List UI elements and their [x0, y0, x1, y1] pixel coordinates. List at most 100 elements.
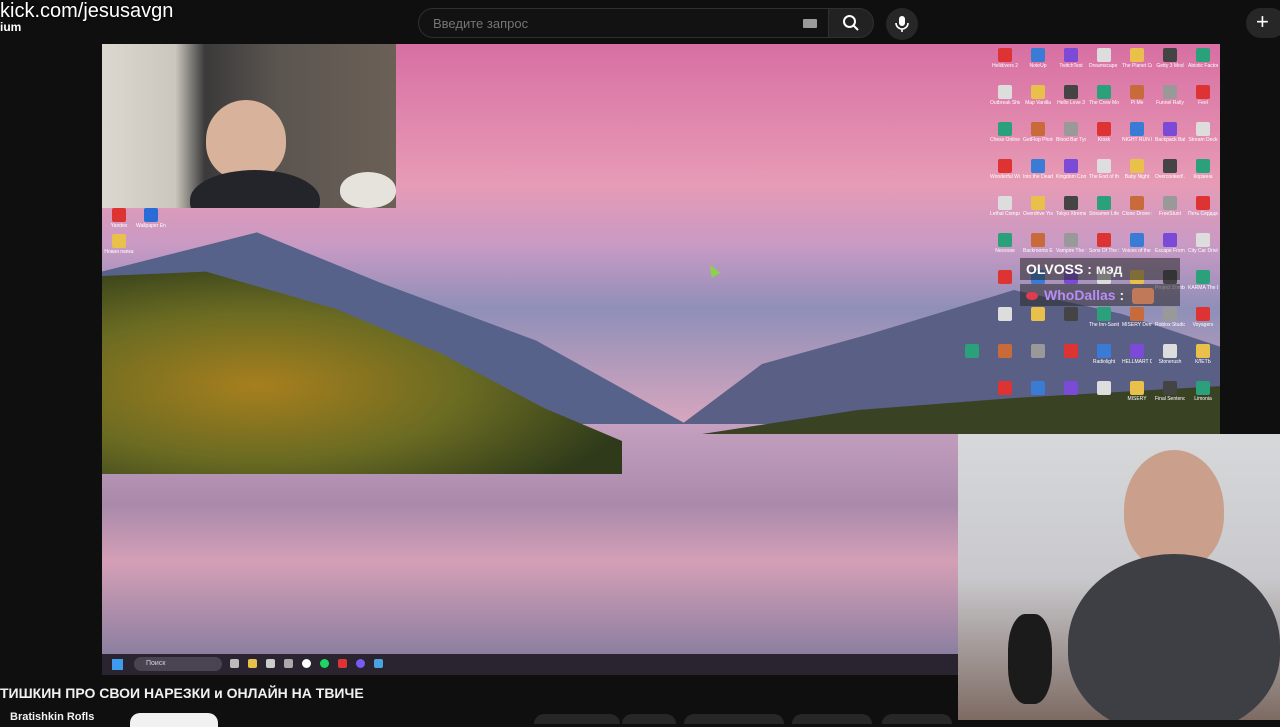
desktop-icon[interactable]: Hello Love 3 — [1056, 85, 1086, 106]
task-view-icon[interactable] — [230, 659, 239, 668]
chat-message: WhoDallas : — [1020, 284, 1180, 306]
desktop-icon[interactable]: Tokyo Xtreme Racer — [1056, 196, 1086, 217]
desktop-icon[interactable]: Feel — [1188, 85, 1218, 106]
desktop-icon[interactable]: Outbreak Shield — [990, 85, 1020, 106]
desktop-icon[interactable]: КЛЕТЬ — [1188, 344, 1218, 365]
desktop-icon[interactable]: Abiotic Factor — [1188, 48, 1218, 69]
voice-search-button[interactable] — [886, 8, 918, 40]
desktop-icon[interactable]: Lethal Company — [990, 196, 1020, 217]
desktop-icon[interactable]: MISERY — [1122, 381, 1152, 402]
desktop-icon[interactable]: Overdrive Your Road — [1023, 196, 1053, 217]
desktop-icon[interactable]: Into the Dead Our Darkest Days — [1023, 159, 1053, 180]
desktop-icon[interactable] — [990, 344, 1020, 359]
desktop-icon[interactable]: Baby Night — [1122, 159, 1152, 180]
desktop-icon[interactable]: Stream Deck — [1188, 122, 1218, 143]
desktop-icon[interactable]: Limonia — [1188, 381, 1218, 402]
app-icon — [1130, 307, 1144, 321]
desktop-icon[interactable]: Roblox Studio — [1155, 307, 1185, 328]
desktop-icon[interactable]: Wonderful Wonder — [990, 159, 1020, 180]
desktop-icon[interactable]: Funnel Rally — [1155, 85, 1185, 106]
desktop-icon[interactable]: NIGHT RUN PROTOCOL — [1122, 122, 1152, 143]
desktop-icon[interactable]: Backpack Battles — [1155, 122, 1185, 143]
desktop-icon[interactable] — [990, 270, 1020, 285]
desktop-icon[interactable]: Blood Bar Tycoon — [1056, 122, 1086, 143]
desktop-icon-label: The End of the Dark — [1089, 174, 1119, 180]
desktop-icon[interactable]: The Crew Motorfest — [1089, 85, 1119, 106]
desktop-icon[interactable]: NoteUp — [1023, 48, 1053, 69]
desktop-icon[interactable]: FreeStunt — [1155, 196, 1185, 217]
desktop-icon-label: Tokyo Xtreme Racer — [1056, 211, 1086, 217]
desktop-icon[interactable]: TwitchTest — [1056, 48, 1086, 69]
desktop-icon[interactable] — [1023, 307, 1053, 322]
desktop-icon[interactable]: Getty 3 Mod — [1155, 48, 1185, 69]
yandex-browser-icon[interactable] — [302, 659, 311, 668]
app-icon — [1031, 381, 1045, 395]
desktop-icon[interactable]: Yandex — [104, 208, 134, 229]
search-input[interactable] — [431, 15, 795, 32]
desktop-icon[interactable]: Stonerush — [1155, 344, 1185, 365]
desktop-icon[interactable] — [1056, 344, 1086, 359]
desktop-icon[interactable]: Корзина — [1188, 159, 1218, 180]
desktop-icon[interactable]: Overcooked! All You Can Eat — [1155, 159, 1185, 180]
file-explorer-icon[interactable] — [248, 659, 257, 668]
desktop-icon-label: GetFlop Photograph — [1023, 137, 1053, 143]
desktop-icon-label: Into the Dead Our Darkest Days — [1023, 174, 1053, 180]
desktop-icon[interactable]: The Inn-Sanity — [1089, 307, 1119, 328]
action-button[interactable] — [622, 714, 676, 724]
desktop-icon[interactable]: GetFlop Photograph — [1023, 122, 1053, 143]
desktop-icon[interactable]: Helldivers 2 — [990, 48, 1020, 69]
desktop-icon[interactable]: Kiosk — [1089, 122, 1119, 143]
app-icon — [998, 48, 1012, 62]
desktop-icon[interactable] — [1023, 344, 1053, 359]
desktop-icon[interactable]: Kingdom Come Deliverance — [1056, 159, 1086, 180]
store-icon[interactable] — [266, 659, 275, 668]
action-button[interactable] — [792, 714, 872, 724]
action-button[interactable] — [534, 714, 620, 724]
desktop-icon-label: NIGHT RUN PROTOCOL — [1122, 137, 1152, 143]
desktop-icon[interactable] — [990, 381, 1020, 396]
chat-text: мэд — [1095, 261, 1123, 277]
discord-icon[interactable] — [356, 659, 365, 668]
telegram-icon[interactable] — [374, 659, 383, 668]
desktop-icon[interactable]: The Planet Crafter — [1122, 48, 1152, 69]
desktop-icon[interactable]: Петь Сердце Под Одеяло — [1188, 196, 1218, 217]
desktop-icon[interactable]: Новая папка — [104, 234, 134, 255]
desktop-icon[interactable]: Voyagers — [1188, 307, 1218, 328]
streamer-body — [1068, 554, 1280, 720]
desktop-icon[interactable]: Necesse — [990, 233, 1020, 254]
create-button[interactable]: + — [1246, 8, 1280, 38]
desktop-icon[interactable] — [1056, 381, 1086, 396]
desktop-icon[interactable]: MISERY Demo — [1122, 307, 1152, 328]
desktop-icon[interactable]: Radiolight — [1089, 344, 1119, 365]
app-icon[interactable] — [284, 659, 293, 668]
windows-start-icon[interactable] — [112, 659, 123, 670]
desktop-icon[interactable]: Map Vanilla — [1023, 85, 1053, 106]
app-icon[interactable] — [338, 659, 347, 668]
desktop-icon[interactable] — [957, 344, 987, 359]
app-icon — [998, 270, 1012, 284]
desktop-icon[interactable]: Pi Me — [1122, 85, 1152, 106]
search-box[interactable] — [418, 8, 830, 38]
desktop-icon[interactable]: Wallpaper Engine — [136, 208, 166, 229]
desktop-icon-label: Feel — [1198, 100, 1208, 106]
desktop-icon[interactable]: Clone Drone in the Danger Zone — [1122, 196, 1152, 217]
taskbar-search[interactable]: Поиск — [134, 657, 222, 671]
desktop-icon[interactable]: The End of the Dark — [1089, 159, 1119, 180]
channel-name[interactable]: Bratishkin Rofls — [10, 711, 94, 723]
search-button[interactable] — [828, 8, 874, 38]
action-button[interactable] — [882, 714, 952, 724]
action-button[interactable] — [684, 714, 784, 724]
spotify-icon[interactable] — [320, 659, 329, 668]
desktop-icon[interactable]: Final Sentence — [1155, 381, 1185, 402]
app-icon — [1163, 122, 1177, 136]
subscribe-button[interactable] — [130, 713, 218, 727]
desktop-icon[interactable] — [990, 307, 1020, 322]
desktop-icon[interactable] — [1056, 307, 1086, 322]
desktop-icon[interactable]: Dreamscape Demo — [1089, 48, 1119, 69]
desktop-icon[interactable]: HELLMART Demo — [1122, 344, 1152, 365]
desktop-icon[interactable] — [1023, 381, 1053, 396]
desktop-icon[interactable]: Streamer Life Simulator 2 — [1089, 196, 1119, 217]
keyboard-icon[interactable] — [803, 19, 817, 28]
desktop-icon[interactable] — [1089, 381, 1119, 396]
desktop-icon[interactable]: Chess Online — [990, 122, 1020, 143]
